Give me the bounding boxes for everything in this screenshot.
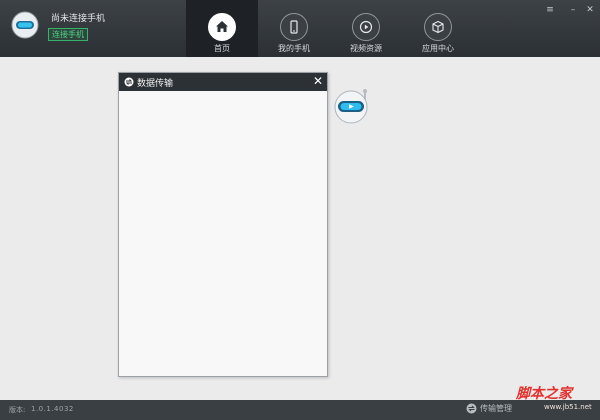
watermark-text: 脚本之家 — [516, 386, 572, 402]
dialog-close-button[interactable]: ✕ — [313, 73, 323, 89]
nav-tab-video[interactable]: 视频资源 — [330, 0, 402, 57]
minimize-button[interactable]: – — [566, 4, 580, 16]
cube-icon — [424, 13, 452, 41]
phone-icon — [280, 13, 308, 41]
data-transfer-dialog: 数据传输 ✕ — [118, 72, 328, 377]
version-value: 1.0.1.4032 — [31, 405, 74, 413]
transfer-icon — [124, 77, 134, 87]
nav-tab-my-phone[interactable]: 我的手机 — [258, 0, 330, 57]
home-icon — [208, 13, 236, 41]
nav-label: 应用中心 — [422, 44, 454, 53]
nav-tab-home[interactable]: 首页 — [186, 0, 258, 57]
dialog-titlebar[interactable]: 数据传输 ✕ — [119, 73, 327, 91]
close-button[interactable]: ✕ — [583, 4, 597, 16]
nav-label: 视频资源 — [350, 44, 382, 53]
nav-label: 首页 — [214, 44, 230, 53]
main-nav: 首页 我的手机 视频资源 应用中心 — [186, 0, 474, 57]
video-icon — [352, 13, 380, 41]
menu-button[interactable]: ≡ — [543, 4, 557, 16]
watermark: 脚本之家 www.jb51.net — [500, 383, 598, 419]
robot-logo-icon — [11, 11, 39, 39]
connect-phone-button[interactable]: 连接手机 — [48, 28, 88, 41]
dialog-title: 数据传输 — [137, 79, 174, 89]
nav-tab-app-center[interactable]: 应用中心 — [402, 0, 474, 57]
transfer-icon — [466, 403, 477, 414]
nav-label: 我的手机 — [278, 44, 310, 53]
floating-robot-icon[interactable] — [332, 86, 372, 126]
watermark-url: www.jb51.net — [544, 403, 592, 411]
top-header: 尚未连接手机 连接手机 首页 我的手机 视频资源 应用中心 ≡ – ✕ — [0, 0, 600, 57]
dialog-body — [119, 91, 327, 376]
version-label: 版本: — [9, 406, 26, 414]
connection-status: 尚未连接手机 — [51, 14, 106, 24]
